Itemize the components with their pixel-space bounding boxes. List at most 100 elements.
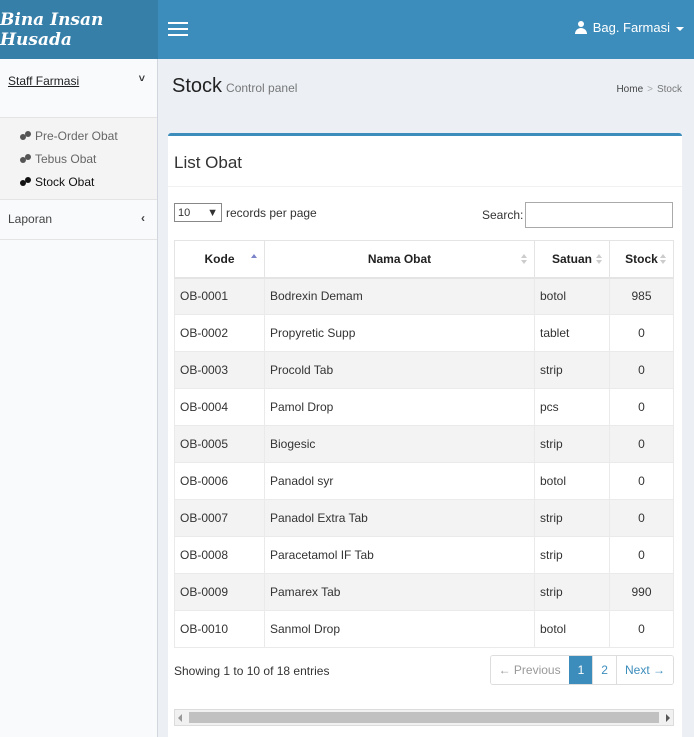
scroll-right-icon[interactable]	[666, 714, 670, 722]
sidebar-group-title: Staff Farmasi	[8, 74, 80, 88]
sidebar-item-label: Tebus Obat	[35, 151, 97, 166]
cell-kode: OB-0010	[174, 610, 265, 648]
divider	[168, 186, 682, 187]
horizontal-scrollbar[interactable]	[174, 709, 674, 726]
box-title: List Obat	[174, 153, 243, 172]
sidebar-submenu: Pre-Order Obat Tebus Obat Stock Obat	[0, 118, 157, 200]
breadcrumb: Home > Stock	[616, 84, 682, 95]
page-1-button[interactable]: 1	[568, 656, 593, 684]
caret-down-icon	[676, 26, 684, 31]
table-row: OB-0003 Procold Tab strip 0	[174, 351, 674, 389]
page-subtitle: Control panel	[226, 81, 298, 95]
cell-kode: OB-0007	[174, 499, 265, 537]
scrollbar-thumb[interactable]	[189, 712, 659, 723]
cell-satuan: botol	[534, 277, 610, 315]
sort-icon	[521, 254, 527, 265]
cell-satuan: strip	[534, 351, 610, 389]
page-2-button[interactable]: 2	[592, 656, 616, 684]
sidebar-item-pre-order-obat[interactable]: Pre-Order Obat	[0, 124, 157, 147]
cell-stock: 0	[609, 536, 674, 574]
cell-nama-obat: Biogesic	[264, 425, 535, 463]
pills-icon	[20, 131, 31, 140]
cell-satuan: botol	[534, 462, 610, 500]
cell-kode: OB-0009	[174, 573, 265, 611]
sidebar-item-tebus-obat[interactable]: Tebus Obat	[0, 147, 157, 170]
sidebar-item-stock-obat[interactable]: Stock Obat	[0, 170, 157, 193]
table-row: OB-0007 Panadol Extra Tab strip 0	[174, 499, 674, 537]
table-info: Showing 1 to 10 of 18 entries	[174, 664, 330, 678]
cell-nama-obat: Panadol syr	[264, 462, 535, 500]
column-header-nama-obat[interactable]: Nama Obat	[264, 240, 535, 279]
hamburger-menu-icon[interactable]	[168, 18, 188, 38]
cell-satuan: strip	[534, 499, 610, 537]
cell-kode: OB-0002	[174, 314, 265, 352]
column-header-label: Kode	[204, 251, 235, 266]
cell-satuan: strip	[534, 536, 610, 574]
cell-nama-obat: Procold Tab	[264, 351, 535, 389]
table-row: OB-0001 Bodrexin Demam botol 985	[174, 277, 674, 315]
cell-stock: 0	[609, 499, 674, 537]
cell-stock: 0	[609, 610, 674, 648]
cell-kode: OB-0001	[174, 277, 265, 315]
app-logo[interactable]: Bina Insan Husada	[0, 0, 158, 59]
breadcrumb-home[interactable]: Home	[616, 84, 643, 95]
records-per-page-value: 10	[178, 206, 191, 219]
list-obat-box: List Obat 10 ▼ records per page Search: …	[168, 133, 682, 737]
sidebar-item-laporan[interactable]: Laporan ‹	[0, 200, 157, 240]
cell-nama-obat: Propyretic Supp	[264, 314, 535, 352]
table-row: OB-0009 Pamarex Tab strip 990	[174, 573, 674, 611]
pills-icon	[20, 177, 31, 186]
breadcrumb-current: Stock	[656, 84, 682, 95]
cell-stock: 0	[609, 351, 674, 389]
records-per-page-label: records per page	[226, 206, 317, 220]
stock-table: Kode Nama Obat Satuan Stock OB-0001 Bodre…	[174, 240, 674, 648]
cell-kode: OB-0008	[174, 536, 265, 574]
cell-kode: OB-0006	[174, 462, 265, 500]
cell-nama-obat: Sanmol Drop	[264, 610, 535, 648]
cell-stock: 0	[609, 314, 674, 352]
search-label: Search:	[482, 208, 524, 222]
column-header-label: Nama Obat	[367, 251, 432, 266]
records-per-page-select[interactable]: 10 ▼	[174, 203, 222, 222]
search-input[interactable]	[525, 202, 673, 228]
column-header-label: Stock	[625, 251, 658, 266]
cell-kode: OB-0003	[174, 351, 265, 389]
sidebar-item-label: Pre-Order Obat	[35, 128, 118, 143]
cell-kode: OB-0004	[174, 388, 265, 426]
cell-satuan: tablet	[534, 314, 610, 352]
chevron-left-icon: ‹	[141, 211, 145, 225]
top-navbar: Bag. Farmasi	[158, 0, 694, 59]
scroll-left-icon[interactable]	[178, 714, 182, 722]
cell-nama-obat: Pamarex Tab	[264, 573, 535, 611]
sidebar-group-staff-farmasi[interactable]: Staff Farmasi ˅	[0, 59, 157, 118]
cell-satuan: botol	[534, 610, 610, 648]
user-menu[interactable]: Bag. Farmasi	[574, 20, 684, 35]
table-row: OB-0008 Paracetamol IF Tab strip 0	[174, 536, 674, 574]
column-header-stock[interactable]: Stock	[609, 240, 674, 279]
previous-page-button[interactable]: ← Previous	[490, 656, 569, 684]
sort-icon	[660, 254, 666, 265]
sort-asc-icon	[251, 254, 257, 265]
cell-nama-obat: Paracetamol IF Tab	[264, 536, 535, 574]
breadcrumb-separator: >	[647, 84, 653, 95]
sidebar-item-label: Laporan	[8, 212, 53, 226]
sidebar-item-label: Stock Obat	[35, 174, 95, 189]
user-name: Bag. Farmasi	[592, 20, 670, 35]
pills-icon	[20, 154, 31, 163]
cell-nama-obat: Bodrexin Demam	[264, 277, 535, 315]
dropdown-arrow-icon: ▼	[207, 206, 218, 219]
cell-stock: 0	[609, 462, 674, 500]
pagination: ← Previous 1 2 Next →	[489, 655, 674, 685]
cell-satuan: pcs	[534, 388, 610, 426]
column-header-satuan[interactable]: Satuan	[534, 240, 610, 279]
cell-stock: 990	[609, 573, 674, 611]
next-page-button[interactable]: Next →	[615, 656, 673, 684]
cell-satuan: strip	[534, 573, 610, 611]
content-header: Stock Control panel Home > Stock	[158, 59, 694, 112]
page-title: Stock Control panel	[172, 75, 297, 98]
table-header-row: Kode Nama Obat Satuan Stock	[174, 240, 674, 279]
sort-icon	[596, 254, 602, 265]
column-header-kode[interactable]: Kode	[174, 240, 265, 279]
table-row: OB-0006 Panadol syr botol 0	[174, 462, 674, 500]
page-title-text: Stock	[172, 75, 223, 97]
